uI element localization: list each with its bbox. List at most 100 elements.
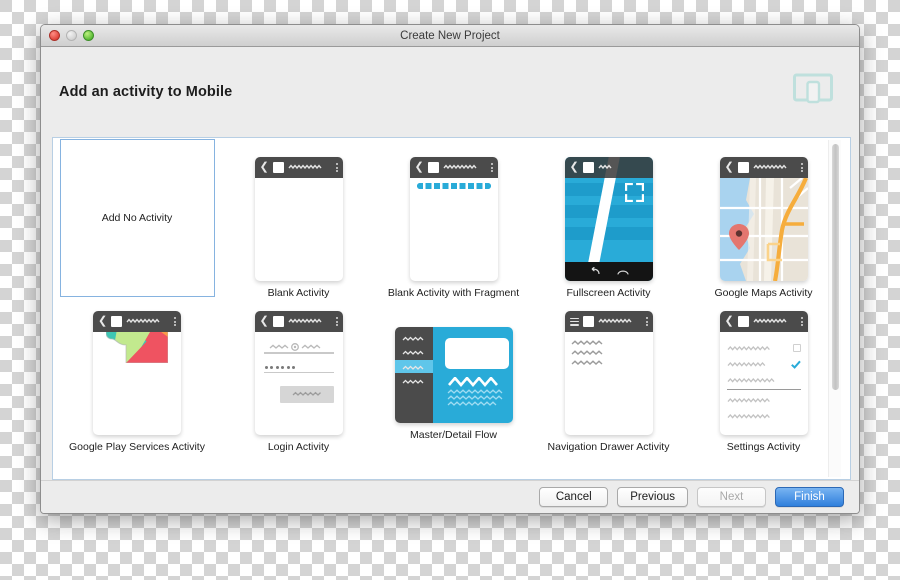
app-icon — [427, 162, 439, 173]
setting-label-placeholder-icon — [727, 361, 765, 367]
overflow-menu-icon — [800, 317, 803, 326]
app-bar: ❮ — [719, 311, 808, 332]
add-no-activity-box[interactable]: Add No Activity — [59, 139, 215, 297]
button-label-placeholder-icon — [292, 391, 321, 396]
app-bar: ❮ — [564, 157, 653, 178]
activity-tile-master-detail-flow[interactable]: Master/Detail Flow — [376, 311, 531, 453]
overflow-menu-icon — [800, 163, 803, 172]
detail-text-placeholder-icon — [447, 377, 502, 406]
email-placeholder-icon — [269, 343, 320, 351]
settings-list — [720, 332, 808, 424]
activity-tile-label: Add No Activity — [101, 212, 173, 224]
activity-tile-google-maps-activity[interactable]: ❮ Google Maps Activity — [686, 157, 841, 299]
password-field[interactable] — [255, 363, 343, 373]
settings-divider — [726, 389, 801, 390]
activity-tile-label: Blank Activity — [267, 287, 330, 299]
activity-thumbnail — [564, 311, 653, 435]
setting-label-placeholder-icon — [727, 397, 770, 403]
window-titlebar: Create New Project — [41, 25, 859, 47]
app-icon — [111, 316, 123, 327]
activity-tile-navigation-drawer-activity[interactable]: Navigation Drawer Activity — [531, 311, 686, 453]
activity-tile-label: Google Maps Activity — [714, 287, 813, 299]
overflow-menu-icon — [335, 317, 338, 326]
activity-tile-label: Navigation Drawer Activity — [547, 441, 670, 453]
list-item-placeholder-icon — [402, 336, 423, 341]
title-placeholder-icon — [753, 164, 787, 170]
phone-frame — [564, 311, 653, 435]
create-new-project-window: Create New Project Add an activity to Mo… — [40, 24, 860, 514]
activity-gallery-scrollarea[interactable]: Add No Activity ❮ Blank Activity ❮ Blank… — [52, 137, 851, 480]
activity-tile-blank-activity-with-fragment[interactable]: ❮ Blank Activity with Fragment — [376, 157, 531, 299]
setting-label-placeholder-icon — [727, 345, 770, 351]
back-nav-icon — [591, 267, 600, 275]
phone-frame: ❮ — [254, 311, 343, 435]
activity-tile-label: Fullscreen Activity — [566, 287, 651, 299]
activity-gallery-panel: Add No Activity ❮ Blank Activity ❮ Blank… — [41, 137, 859, 480]
email-field[interactable] — [255, 343, 343, 354]
checkbox-unchecked-icon[interactable] — [792, 344, 801, 352]
activity-grid: Add No Activity ❮ Blank Activity ❮ Blank… — [53, 138, 850, 479]
activity-tile-fullscreen-activity[interactable]: ❮ Fullscreen Activity — [531, 157, 686, 299]
app-icon — [272, 162, 284, 173]
phone-frame: ❮ — [564, 157, 653, 281]
setting-row[interactable] — [720, 372, 808, 388]
title-placeholder-icon — [288, 164, 322, 170]
window-title: Create New Project — [400, 29, 500, 42]
back-arrow-icon: ❮ — [724, 161, 734, 173]
app-icon — [582, 162, 594, 173]
back-arrow-icon: ❮ — [414, 161, 424, 173]
content-area — [255, 332, 343, 403]
sign-in-button[interactable] — [279, 386, 334, 403]
activity-row: Add No Activity ❮ Blank Activity ❮ Blank… — [53, 139, 850, 299]
app-bar: ❮ — [93, 311, 181, 332]
finish-button[interactable]: Finish — [775, 487, 844, 507]
activity-thumbnail — [394, 327, 513, 423]
previous-button[interactable]: Previous — [617, 487, 688, 507]
setting-row-checked[interactable] — [720, 356, 808, 372]
phone-frame: ❮ — [254, 157, 343, 281]
setting-row-checkbox[interactable] — [720, 340, 808, 356]
checkmark-icon — [790, 360, 801, 369]
activity-tile-label: Settings Activity — [726, 441, 801, 453]
activity-tile-login-activity[interactable]: ❮ Login Activity — [221, 311, 376, 453]
activity-thumbnail: ❮ — [93, 311, 181, 435]
activity-tile-settings-activity[interactable]: ❮ Settings Activity — [686, 311, 841, 453]
password-dots — [255, 363, 343, 372]
back-arrow-icon: ❮ — [724, 315, 734, 327]
activity-thumbnail: ❮ — [719, 311, 808, 435]
activity-row: ❮ Google Play Services Activity ❮ Login … — [53, 311, 850, 453]
scrollbar-thumb[interactable] — [832, 144, 839, 390]
phone-frame: ❮ — [409, 157, 498, 281]
list-item-placeholder-icon — [402, 365, 423, 370]
tablet-frame — [394, 327, 513, 423]
app-bar: ❮ — [719, 157, 808, 178]
title-placeholder-icon — [288, 318, 322, 324]
back-arrow-icon: ❮ — [259, 315, 269, 327]
setting-row[interactable] — [720, 392, 808, 408]
detail-card — [444, 338, 509, 369]
app-icon — [737, 316, 749, 327]
title-placeholder-icon — [753, 318, 787, 324]
vertical-scrollbar[interactable] — [828, 140, 841, 477]
phone-frame: ❮ — [719, 157, 808, 281]
back-arrow-icon: ❮ — [98, 315, 108, 327]
back-arrow-icon: ❮ — [569, 161, 579, 173]
cancel-button[interactable]: Cancel — [539, 487, 609, 507]
fragment-outline — [416, 183, 491, 189]
title-placeholder-icon — [126, 318, 160, 324]
list-item-placeholder-icon — [402, 379, 423, 384]
app-icon — [737, 162, 749, 173]
activity-tile-google-play-services-activity[interactable]: ❮ Google Play Services Activity — [53, 311, 221, 453]
phone-frame: ❮ — [719, 311, 808, 435]
activity-tile-blank-activity[interactable]: ❮ Blank Activity — [221, 157, 376, 299]
title-placeholder-icon — [597, 318, 632, 324]
activity-tile-label: Google Play Services Activity — [69, 441, 205, 453]
title-placeholder-icon — [598, 164, 612, 170]
activity-tile-add-no-activity[interactable]: Add No Activity — [53, 139, 221, 299]
activity-tile-label: Login Activity — [267, 441, 330, 453]
overflow-menu-icon — [490, 163, 493, 172]
tablet-and-phone-icon — [793, 73, 833, 104]
app-bar: ❮ — [254, 311, 343, 332]
setting-row[interactable] — [720, 408, 808, 424]
system-navigation-bar — [564, 262, 653, 281]
